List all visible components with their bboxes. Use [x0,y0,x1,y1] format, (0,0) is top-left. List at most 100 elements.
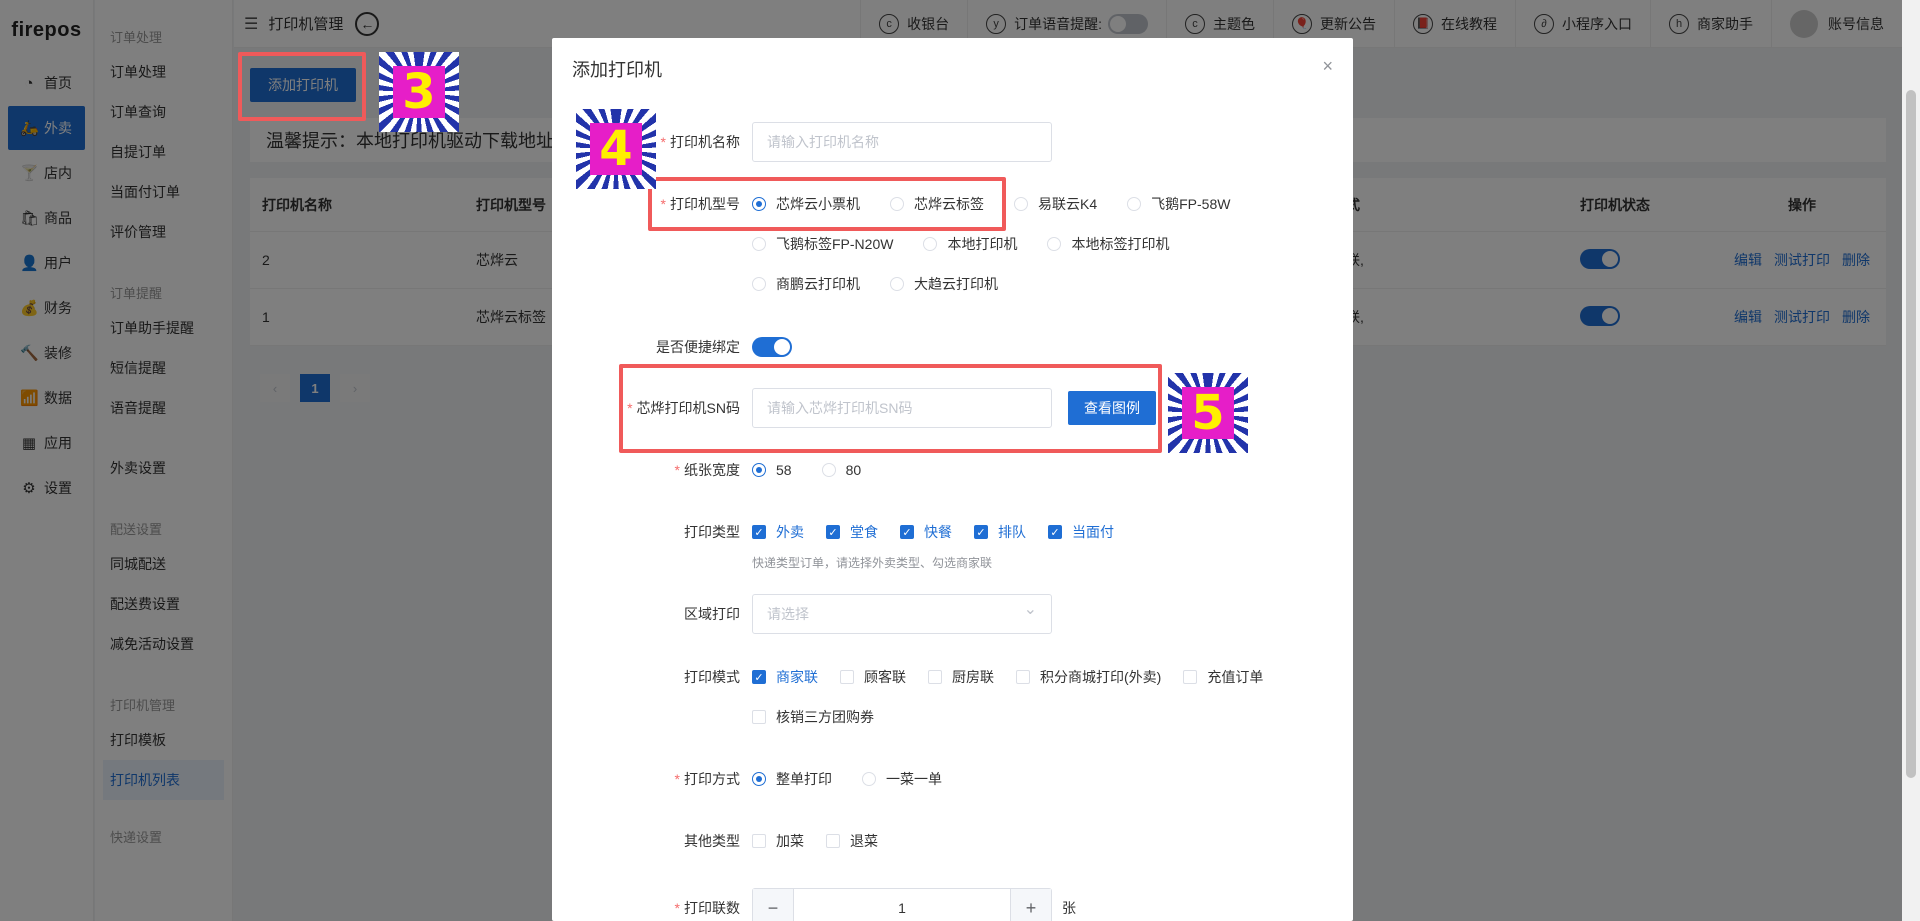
radio-icon [1127,197,1142,211]
checkbox-icon [752,834,766,848]
radio-methods-1[interactable]: 一菜一单 [862,759,942,799]
copies-value[interactable]: 1 [793,889,1011,921]
option-label: 一菜一单 [886,771,942,787]
radio-icon [752,237,766,251]
checkbox-icon: ✓ [826,525,840,539]
radio-models-2[interactable]: 易联云K4 [1014,184,1097,224]
field-print-method: * 打印方式 整单打印 一菜一单 [552,759,1312,799]
checkbox-icon [752,710,766,724]
field-copies: * 打印联数 − 1 + 张 [552,888,1312,921]
copies-unit: 张 [1062,900,1076,916]
radio-models-3[interactable]: 飞鹅FP-58W [1127,184,1230,224]
checkbox-print_types-4[interactable]: ✓ 当面付 [1048,512,1114,552]
field-print-type: 打印类型 ✓ 外卖 ✓ 堂食 ✓ 快餐 ✓ 排队 ✓ 当面付 快递类型订单，请选择外卖类型、勾选商… [552,512,1312,571]
radio-models-7[interactable]: 商鹏云打印机 [752,264,860,304]
print-type-hint: 快递类型订单，请选择外卖类型、勾选商家联 [752,556,993,570]
option-label: 厨房联 [952,669,994,685]
field-printer-name: * 打印机名称 请输入打印机名称 [552,122,1312,162]
checkbox-print_types-1[interactable]: ✓ 堂食 [826,512,878,552]
print-type-label: 打印类型 [684,524,740,540]
option-label: 积分商城打印(外卖) [1040,669,1162,685]
increment-button[interactable]: + [1011,889,1051,921]
option-label: 商鹏云打印机 [776,276,860,292]
option-label: 80 [845,462,862,478]
dialog-title: 添加打印机 [572,60,662,80]
other-type-label: 其他类型 [684,833,740,849]
radio-models-6[interactable]: 本地标签打印机 [1047,224,1169,264]
option-label: 退菜 [850,833,878,849]
close-icon[interactable]: × [1322,56,1333,77]
checkbox-icon: ✓ [752,525,766,539]
print-method-label: 打印方式 [684,771,740,787]
radio-papers-0[interactable]: 58 [752,450,792,490]
option-label: 堂食 [850,524,878,540]
checkbox-print_types-3[interactable]: ✓ 排队 [974,512,1026,552]
checkbox-print_types-0[interactable]: ✓ 外卖 [752,512,804,552]
checkbox-print_modes-1[interactable]: 顾客联 [840,657,906,697]
option-label: 加菜 [776,833,804,849]
option-label: 核销三方团购券 [776,709,874,725]
radio-icon [1047,237,1062,251]
step-badge-3: 3 [379,52,459,132]
checkbox-print_modes-4[interactable]: 充值订单 [1183,657,1263,697]
quick-bind-label: 是否便捷绑定 [656,339,740,355]
area-select[interactable]: 请选择 [752,591,1052,634]
checkbox-print_modes-5[interactable]: 核销三方团购券 [752,697,874,737]
paper-width-label: 纸张宽度 [684,462,740,478]
highlight-printer-model [648,177,1006,231]
printer-name-label: 打印机名称 [670,134,740,150]
option-label: 58 [776,462,792,478]
highlight-add-button [238,52,366,121]
checkbox-icon: ✓ [752,670,766,684]
printer-name-input[interactable]: 请输入打印机名称 [752,122,1052,162]
checkbox-icon [840,670,854,684]
highlight-sn-field [619,364,1162,453]
radio-models-8[interactable]: 大趋云打印机 [890,264,998,304]
radio-icon [890,277,904,291]
checkbox-print_modes-2[interactable]: 厨房联 [928,657,994,697]
quick-bind-switch[interactable] [752,337,792,357]
scrollbar-thumb[interactable] [1906,90,1916,778]
option-label: 充值订单 [1207,669,1264,685]
option-label: 飞鹅标签FP-N20W [776,236,894,252]
step-badge-4: 4 [576,109,656,189]
option-label: 本地打印机 [947,236,1018,252]
checkbox-print_modes-0[interactable]: ✓ 商家联 [752,657,818,697]
option-label: 快餐 [924,524,952,540]
field-area-print: 区域打印 请选择 [552,591,1312,634]
radio-methods-0[interactable]: 整单打印 [752,759,832,799]
checkbox-print_types-2[interactable]: ✓ 快餐 [900,512,952,552]
option-label: 商家联 [776,669,818,685]
radio-icon [1014,197,1028,211]
option-label: 本地标签打印机 [1071,236,1170,252]
checkbox-others-0[interactable]: 加菜 [752,821,804,861]
field-paper-width: * 纸张宽度 58 80 [552,450,1312,490]
decrement-button[interactable]: − [753,889,793,921]
checkbox-icon [826,834,840,848]
area-print-label: 区域打印 [684,606,740,622]
option-label: 大趋云打印机 [914,276,998,292]
field-print-mode: 打印模式 ✓ 商家联 顾客联 厨房联 积分商城打印(外卖) 充值订单核销三方团购券 [552,657,1312,737]
radio-icon [923,237,938,251]
checkbox-icon [928,670,942,684]
field-other-type: 其他类型 加菜 退菜 [552,821,1312,861]
step-badge-5: 5 [1168,373,1248,453]
field-quick-bind: 是否便捷绑定 [552,327,1312,367]
checkbox-icon [1016,670,1030,684]
option-label: 外卖 [776,524,804,540]
option-label: 整单打印 [776,771,832,787]
checkbox-others-1[interactable]: 退菜 [826,821,878,861]
checkbox-icon [1183,670,1198,684]
page-scrollbar[interactable] [1902,0,1920,921]
checkbox-print_modes-3[interactable]: 积分商城打印(外卖) [1016,657,1161,697]
copies-label: 打印联数 [684,900,740,916]
print-mode-label: 打印模式 [684,669,740,685]
checkbox-icon: ✓ [1048,525,1062,539]
copies-stepper[interactable]: − 1 + [752,888,1052,921]
option-label: 飞鹅FP-58W [1151,196,1231,212]
option-label: 当面付 [1072,524,1114,540]
radio-papers-1[interactable]: 80 [821,450,862,490]
option-label: 易联云K4 [1038,196,1098,212]
radio-icon [821,463,836,477]
add-printer-dialog: 添加打印机 × * 打印机名称 请输入打印机名称 * 打印机型号 芯烨云小票机 芯烨云… [552,38,1353,921]
